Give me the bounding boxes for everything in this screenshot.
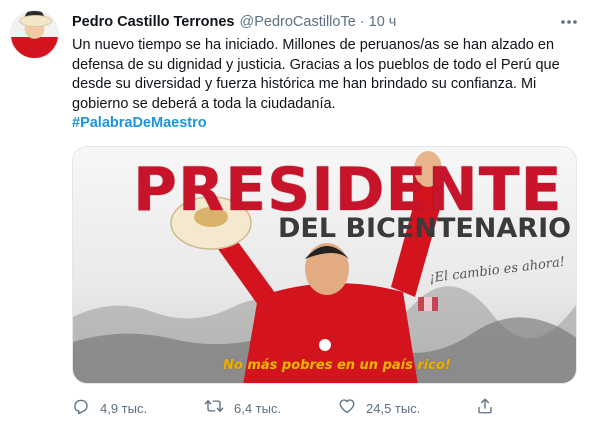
more-icon[interactable]	[558, 12, 580, 32]
hashtag-link[interactable]: #PalabraDeMaestro	[72, 113, 207, 133]
author-name[interactable]: Pedro Castillo Terrones	[72, 14, 235, 30]
share-button[interactable]	[476, 398, 494, 418]
tweet-media-image[interactable]: PRESIDENTE DEL BICENTENARIO ¡El cambio e…	[72, 146, 577, 384]
retweet-button[interactable]: 6,4 тыс.	[204, 398, 281, 418]
separator-dot: ·	[359, 14, 365, 30]
reply-button[interactable]: 4,9 тыс.	[72, 398, 147, 418]
tweet-header: Pedro Castillo Terrones @PedroCastilloTe…	[72, 13, 396, 31]
reply-icon	[72, 397, 90, 420]
like-button[interactable]: 24,5 тыс.	[338, 398, 420, 418]
retweet-icon	[204, 397, 224, 420]
avatar[interactable]	[10, 10, 59, 59]
tweet-text: Un nuevo tiempo se ha iniciado. Millones…	[72, 37, 560, 112]
author-handle[interactable]: @PedroCastilloTe	[240, 14, 356, 30]
avatar-hat	[19, 15, 52, 27]
tweet[interactable]: Pedro Castillo Terrones @PedroCastilloTe…	[0, 0, 593, 428]
like-count: 24,5 тыс.	[366, 400, 421, 416]
like-icon	[338, 397, 356, 420]
share-icon	[476, 397, 494, 420]
media-subheadline: DEL BICENTENARIO	[278, 213, 572, 244]
reply-count: 4,9 тыс.	[100, 400, 148, 416]
tweet-timestamp[interactable]: 10 ч	[369, 14, 397, 30]
tweet-actions: 4,9 тыс. 6,4 тыс. 24,5 тыс.	[72, 398, 502, 418]
retweet-count: 6,4 тыс.	[234, 400, 282, 416]
media-bottom-caption: No más pobres en un país rico!	[223, 358, 451, 373]
